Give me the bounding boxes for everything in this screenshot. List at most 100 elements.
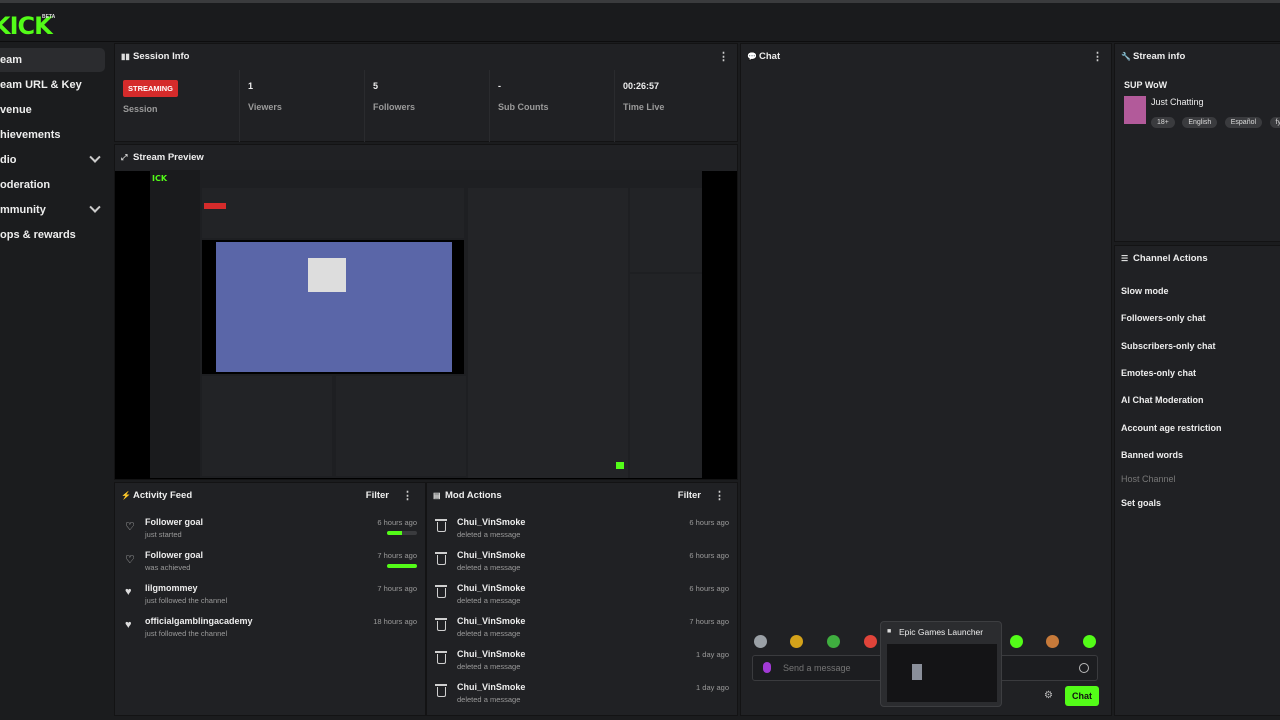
session-stat: STREAMING Session: [115, 70, 240, 142]
emoji-icon[interactable]: [1079, 663, 1089, 673]
tag[interactable]: English: [1182, 117, 1218, 128]
stat-label: Time Live: [623, 102, 665, 112]
mod-name[interactable]: Chui_VinSmoke: [457, 583, 525, 593]
trash-icon: [435, 552, 447, 565]
category-name[interactable]: Just Chatting: [1151, 97, 1204, 107]
goal-progress-fill: [387, 531, 402, 535]
followers-only-chat-action[interactable]: Followers-only chat: [1121, 313, 1206, 323]
chevron-down-icon[interactable]: [89, 151, 101, 163]
chat-panel: 💬 Chat ⋮: [740, 43, 1112, 716]
stat-value: 00:26:57: [623, 81, 660, 91]
stat-label: Followers: [373, 102, 416, 112]
set-goals-action[interactable]: Set goals: [1121, 498, 1161, 508]
activity-feed-panel: ⚡ Activity Feed Filter ⋮ ♡ Follower goal…: [114, 482, 426, 716]
sidebar-item-label: eam: [0, 54, 23, 66]
category-thumbnail[interactable]: [1124, 96, 1146, 124]
activity-item: ♡ Follower goal just started 6 hours ago: [115, 517, 425, 547]
more-options-icon[interactable]: ⋮: [402, 483, 413, 509]
mod-action-item: Chui_VinSmoke deleted a message 1 day ag…: [427, 682, 737, 712]
activity-title: officialgamblingacademy: [145, 616, 253, 626]
sidebar-item-label: mmunity: [0, 204, 46, 216]
trash-icon: [435, 684, 447, 697]
viewers-stat: 1 Viewers: [240, 70, 365, 142]
sidebar-item-audio[interactable]: dio: [0, 148, 105, 172]
activity-title: Follower goal: [145, 550, 204, 560]
mod-action: deleted a message: [457, 530, 521, 539]
goal-progress-bar: [387, 564, 417, 568]
sidebar-item-revenue[interactable]: venue: [0, 98, 105, 122]
panel-title: Chat: [759, 51, 781, 62]
sidebar-item-moderation[interactable]: oderation: [0, 173, 105, 197]
settings-gear-icon[interactable]: ⚙: [1044, 690, 1053, 701]
sidebar-item-stream[interactable]: eam: [0, 48, 105, 72]
stream-preview-video[interactable]: ICK: [150, 170, 702, 478]
emote-icon[interactable]: [754, 635, 767, 648]
sidebar-item-drops-rewards[interactable]: ops & rewards: [0, 223, 105, 247]
list-icon: ☰: [1121, 254, 1129, 263]
filter-button[interactable]: Filter: [366, 483, 389, 509]
emotes-only-chat-action[interactable]: Emotes-only chat: [1121, 368, 1196, 378]
mod-action-item: Chui_VinSmoke deleted a message 6 hours …: [427, 583, 737, 613]
emote-icon[interactable]: [1010, 635, 1023, 648]
expand-icon: ⤢: [121, 153, 128, 162]
emote-icon[interactable]: [1083, 635, 1096, 648]
mod-action: deleted a message: [457, 629, 521, 638]
sidebar-item-stream-url-key[interactable]: eam URL & Key: [0, 73, 105, 97]
taskbar-preview-popup[interactable]: ■ Epic Games Launcher: [880, 621, 1002, 707]
panel-header: 💬 Chat ⋮: [741, 44, 1111, 70]
emote-icon[interactable]: [864, 635, 877, 648]
microphone-icon[interactable]: [763, 662, 771, 673]
mod-name[interactable]: Chui_VinSmoke: [457, 517, 525, 527]
activity-sub: was achieved: [145, 563, 191, 572]
channel-actions-panel: ☰ Channel Actions Slow mode Followers-on…: [1114, 245, 1280, 716]
session-info-panel: ▮▮ Session Info ⋮ STREAMING Session 1 Vi…: [114, 43, 738, 142]
emote-icon[interactable]: [827, 635, 840, 648]
mod-time: 6 hours ago: [689, 518, 729, 527]
more-options-icon[interactable]: ⋮: [718, 44, 729, 70]
more-options-icon[interactable]: ⋮: [714, 483, 725, 509]
sidebar-item-label: venue: [0, 104, 32, 116]
banned-words-action[interactable]: Banned words: [1121, 450, 1183, 460]
activity-sub: just followed the channel: [145, 629, 228, 638]
sidebar-item-achievements[interactable]: hievements: [0, 123, 105, 147]
trash-icon: [435, 519, 447, 532]
mod-time: 1 day ago: [696, 650, 729, 659]
sidebar: eam eam URL & Key venue hievements dio o…: [0, 42, 112, 720]
mod-time: 6 hours ago: [689, 584, 729, 593]
chevron-down-icon[interactable]: [89, 201, 101, 213]
sidebar-item-label: oderation: [0, 179, 51, 191]
mod-name[interactable]: Chui_VinSmoke: [457, 682, 525, 692]
tag[interactable]: fyp: [1269, 117, 1280, 128]
popup-title: Epic Games Launcher: [899, 627, 984, 637]
stream-title: SUP WoW: [1124, 80, 1168, 90]
account-age-restriction-action[interactable]: Account age restriction: [1121, 423, 1222, 433]
chat-send-button[interactable]: Chat: [1065, 686, 1099, 706]
heart-outline-icon: ♡: [125, 521, 135, 533]
mod-name[interactable]: Chui_VinSmoke: [457, 649, 525, 659]
mod-name[interactable]: Chui_VinSmoke: [457, 616, 525, 626]
emote-icon[interactable]: [790, 635, 803, 648]
slow-mode-action[interactable]: Slow mode: [1121, 286, 1169, 296]
more-options-icon[interactable]: ⋮: [1092, 44, 1103, 70]
sidebar-item-community[interactable]: mmunity: [0, 198, 105, 222]
filter-button[interactable]: Filter: [678, 483, 701, 509]
ai-chat-moderation-action[interactable]: AI Chat Moderation: [1121, 395, 1204, 405]
mod-actions-panel: ▤ Mod Actions Filter ⋮ Chui_VinSmoke del…: [426, 482, 738, 716]
time-live-stat: 00:26:57 Time Live: [615, 70, 737, 142]
lightning-icon: ⚡: [121, 491, 131, 500]
chat-bubble-icon: 💬: [747, 52, 757, 61]
mod-name[interactable]: Chui_VinSmoke: [457, 550, 525, 560]
mod-action: deleted a message: [457, 596, 521, 605]
activity-sub: just followed the channel: [145, 596, 228, 605]
subscribers-only-chat-action[interactable]: Subscribers-only chat: [1121, 341, 1216, 351]
panel-header: ⚡ Activity Feed Filter ⋮: [115, 483, 425, 509]
panel-title: Session Info: [133, 51, 190, 62]
stat-value: 1: [248, 81, 254, 91]
activity-time: 6 hours ago: [377, 518, 417, 527]
thumbnail-content: [912, 664, 922, 680]
emote-icon[interactable]: [1046, 635, 1059, 648]
tag[interactable]: 18+: [1151, 117, 1175, 128]
activity-time: 7 hours ago: [377, 584, 417, 593]
tag[interactable]: Español: [1224, 117, 1263, 128]
mod-time: 6 hours ago: [689, 551, 729, 560]
